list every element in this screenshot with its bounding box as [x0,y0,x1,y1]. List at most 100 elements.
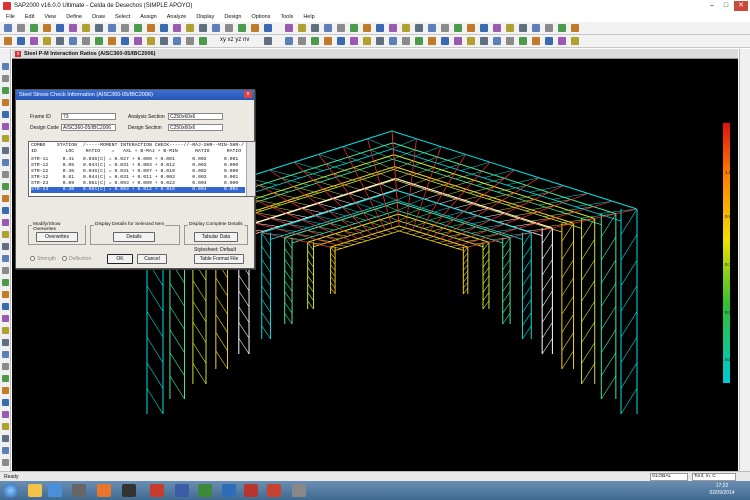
frame-member[interactable] [169,283,185,307]
toolbar-button-icon[interactable] [43,24,51,32]
frame-member[interactable] [522,245,532,260]
left-tool-icon[interactable] [2,219,9,226]
frame-member[interactable] [307,275,314,285]
frame-member[interactable] [482,283,490,293]
frame-member[interactable] [463,264,469,271]
toolbar-button-icon[interactable] [17,37,25,45]
units-dropdown[interactable]: Tonf, m, C [692,473,736,481]
frame-member[interactable] [502,302,511,314]
frame-member[interactable] [364,236,374,240]
toolbar-button-icon[interactable] [467,37,475,45]
frame-member[interactable] [541,275,553,292]
frame-member[interactable] [522,325,532,340]
frame-member[interactable] [541,338,553,355]
frame-member[interactable] [581,301,595,323]
frame-member[interactable] [581,342,595,364]
toolbar-button-icon[interactable] [186,37,194,45]
toolbar-button-icon[interactable] [147,37,155,45]
left-tool-icon[interactable] [2,375,9,382]
frame-member[interactable] [371,234,381,238]
toolbar-button-icon[interactable] [199,24,207,32]
toolbar-button-icon[interactable] [493,24,501,32]
frame-member[interactable] [261,259,271,273]
coord-system-dropdown[interactable]: GLOBAL [650,473,688,481]
toolbar-button-icon[interactable] [251,24,259,32]
frame-member[interactable] [389,216,399,222]
document-tab-title[interactable]: Steel P-M Interaction Ratios (AISC360-05… [24,49,155,59]
frame-member[interactable] [192,301,207,323]
frame-member[interactable] [284,269,293,281]
frame-member[interactable] [419,154,466,233]
frame-member[interactable] [215,350,228,370]
menu-define[interactable]: Define [66,12,82,22]
toolbar-button-icon[interactable] [506,24,514,32]
left-tool-icon[interactable] [2,267,9,274]
frame-member[interactable] [392,227,400,232]
frame-member[interactable] [437,240,448,243]
frame-member[interactable] [561,277,574,297]
frame-member[interactable] [463,287,469,295]
left-tool-icon[interactable] [2,75,9,82]
toolbar-button-icon[interactable] [298,37,306,45]
frame-member[interactable] [498,217,522,223]
frame-member[interactable] [351,240,361,243]
frame-member[interactable] [261,312,271,326]
frame-member[interactable] [357,238,368,241]
window-icon[interactable] [292,484,306,497]
frame-member[interactable] [307,230,324,234]
frame-member[interactable] [307,283,314,293]
frame-member[interactable] [395,183,412,191]
frame-member[interactable] [337,244,348,247]
minimize-button[interactable]: – [705,1,719,11]
toolbar-button-icon[interactable] [441,24,449,32]
menu-help[interactable]: Help [303,12,314,22]
frame-member[interactable] [522,259,532,273]
frame-member[interactable] [238,322,250,339]
frame-member[interactable] [561,314,574,333]
left-tool-icon[interactable] [2,255,9,262]
toolbar-button-icon[interactable] [532,37,540,45]
frame-member[interactable] [581,239,595,261]
frame-member[interactable] [472,219,491,224]
frame-member[interactable] [463,252,469,259]
frame-member[interactable] [330,282,336,289]
frame-member[interactable] [396,194,411,201]
toolbar-button-icon[interactable] [350,37,358,45]
tabular-data-button[interactable]: Tabular Data [194,232,238,242]
left-tool-icon[interactable] [2,195,9,202]
frame-member[interactable] [502,248,511,260]
frame-member[interactable] [552,193,589,200]
left-tool-icon[interactable] [2,387,9,394]
toolbar-button-icon[interactable] [134,37,142,45]
frame-member[interactable] [379,183,396,191]
left-tool-icon[interactable] [2,411,9,418]
frame-member[interactable] [238,338,250,355]
ie-icon[interactable] [48,484,62,497]
frame-member[interactable] [284,302,293,314]
frame-member[interactable] [307,300,314,310]
view-plane-buttons[interactable]: xy xz yz nv [220,37,249,43]
frame-member[interactable] [478,200,503,207]
toolbar-button-icon[interactable] [363,24,371,32]
frame-member[interactable] [215,332,228,351]
left-tool-icon[interactable] [2,111,9,118]
toolbar-button-icon[interactable] [311,24,319,32]
left-tool-icon[interactable] [2,147,9,154]
menu-view[interactable]: View [44,12,56,22]
firefox-icon[interactable] [97,484,111,497]
frame-member[interactable] [561,241,574,260]
frame-member[interactable] [302,219,321,224]
left-tool-icon[interactable] [2,231,9,238]
toolbar-button-icon[interactable] [173,37,181,45]
details-button[interactable]: Details [113,232,155,242]
left-tool-icon[interactable] [2,351,9,358]
frame-member[interactable] [601,352,617,377]
frame-member[interactable] [192,363,207,385]
toolbar-button-icon[interactable] [415,37,423,45]
frame-member[interactable] [601,375,617,400]
menu-select[interactable]: Select [115,12,130,22]
menu-display[interactable]: Display [196,12,214,22]
toolbar-button-icon[interactable] [160,37,168,45]
toolbar-button-icon[interactable] [454,37,462,45]
frame-member[interactable] [482,250,490,260]
